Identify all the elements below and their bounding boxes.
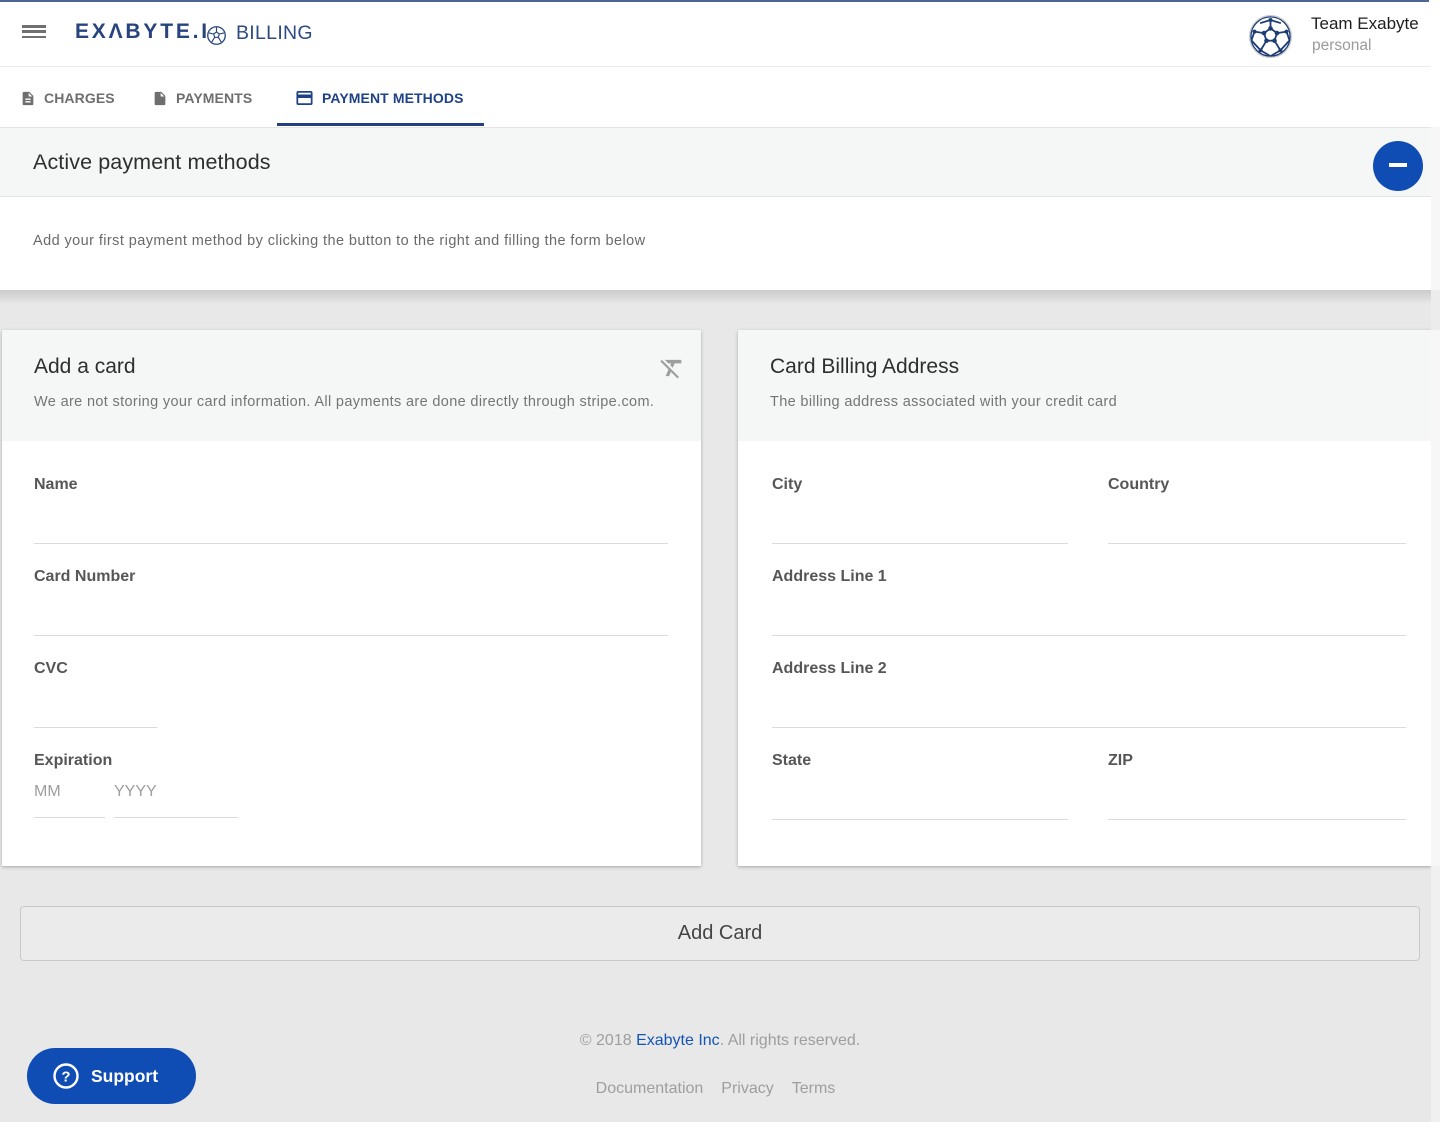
svg-text:?: ? [61, 1069, 70, 1086]
